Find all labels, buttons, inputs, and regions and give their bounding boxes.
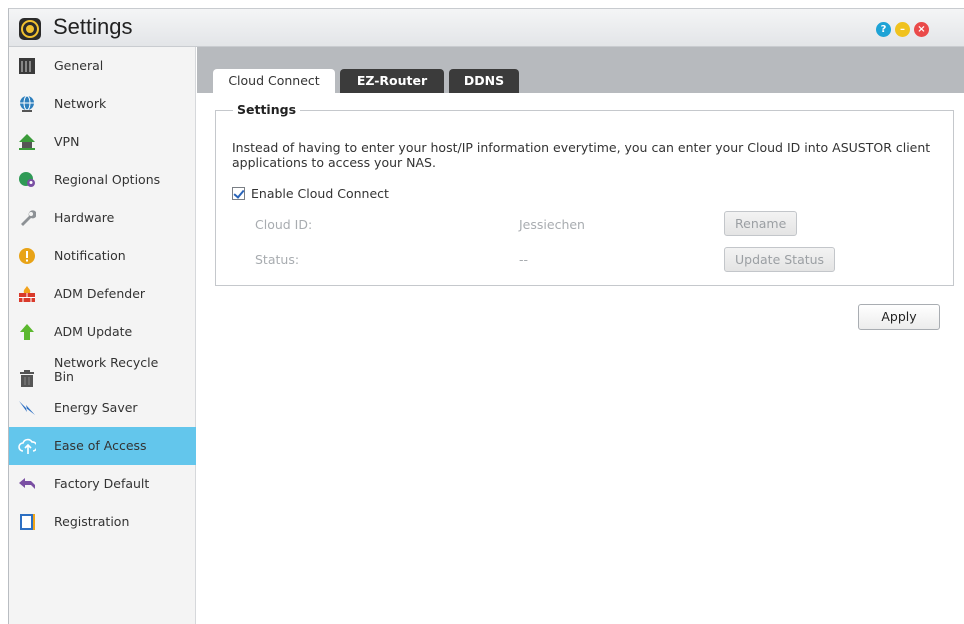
server-icon: [18, 57, 36, 75]
tab-ddns[interactable]: DDNS: [449, 69, 519, 93]
group-title: Settings: [233, 102, 301, 117]
tab-bar: Cloud Connect EZ-Router DDNS: [197, 47, 964, 93]
trash-icon: [18, 370, 36, 388]
help-icon[interactable]: ?: [876, 22, 891, 37]
firewall-icon: [18, 285, 36, 303]
sidebar-item-label: Regional Options: [54, 172, 161, 187]
lightning-icon: [18, 399, 36, 417]
apply-button[interactable]: Apply: [858, 304, 940, 330]
settings-group: Settings Instead of having to enter your…: [215, 102, 954, 286]
clipboard-icon: [18, 513, 36, 531]
globe-icon: [18, 95, 36, 113]
cloud-upload-icon: [18, 437, 36, 455]
status-value: --: [519, 252, 529, 267]
sidebar-item-label: Hardware: [54, 210, 115, 225]
settings-app-icon: [19, 18, 41, 40]
window-title: Settings: [53, 14, 133, 39]
enable-cloud-connect-checkbox[interactable]: [232, 187, 245, 200]
sidebar: General Network VPN Regional Options Har…: [9, 47, 196, 624]
tab-ez-router[interactable]: EZ-Router: [340, 69, 444, 93]
status-label: Status:: [255, 252, 300, 267]
sidebar-item-label: Network Recycle Bin: [54, 355, 159, 384]
wrench-icon: [18, 209, 36, 227]
arrow-up-icon: [18, 323, 36, 341]
close-icon[interactable]: ×: [914, 22, 929, 37]
cloud-id-label: Cloud ID:: [255, 217, 313, 232]
sidebar-item-label: General: [54, 58, 104, 73]
title-bar[interactable]: Settings ? – ×: [9, 9, 964, 47]
sidebar-item-regional-options[interactable]: Regional Options: [9, 161, 196, 199]
sidebar-item-network[interactable]: Network: [9, 85, 196, 123]
settings-window: Settings ? – × General Network VPN Regio…: [8, 8, 964, 624]
sidebar-item-label: Ease of Access: [54, 438, 147, 453]
map-pin-icon: [18, 171, 36, 189]
sidebar-item-notification[interactable]: Notification: [9, 237, 196, 275]
sidebar-item-label: Factory Default: [54, 476, 150, 491]
sidebar-item-label: ADM Defender: [54, 286, 146, 301]
sidebar-item-factory-default[interactable]: Factory Default: [9, 465, 196, 503]
update-status-button[interactable]: Update Status: [724, 247, 836, 272]
sidebar-item-label: Network: [54, 96, 107, 111]
sidebar-item-energy-saver[interactable]: Energy Saver: [9, 389, 196, 427]
sidebar-item-ease-of-access[interactable]: Ease of Access: [9, 427, 196, 465]
sidebar-item-vpn[interactable]: VPN: [9, 123, 196, 161]
sidebar-item-hardware[interactable]: Hardware: [9, 199, 196, 237]
description-text: Instead of having to enter your host/IP …: [232, 140, 931, 170]
house-icon: [18, 133, 36, 151]
enable-cloud-connect-label[interactable]: Enable Cloud Connect: [251, 186, 389, 201]
rename-button[interactable]: Rename: [724, 211, 798, 236]
minimize-icon[interactable]: –: [895, 22, 910, 37]
sidebar-item-label: Energy Saver: [54, 400, 138, 415]
sidebar-item-general[interactable]: General: [9, 47, 196, 85]
sidebar-item-adm-defender[interactable]: ADM Defender: [9, 275, 196, 313]
undo-icon: [18, 475, 36, 493]
sidebar-item-label: Notification: [54, 248, 126, 263]
sidebar-item-registration[interactable]: Registration: [9, 503, 196, 541]
tab-cloud-connect[interactable]: Cloud Connect: [213, 69, 335, 93]
enable-cloud-connect-row[interactable]: Enable Cloud Connect: [232, 186, 389, 201]
sidebar-item-network-recycle-bin[interactable]: Network Recycle Bin: [9, 351, 196, 389]
sidebar-item-label: Registration: [54, 514, 130, 529]
sidebar-item-adm-update[interactable]: ADM Update: [9, 313, 196, 351]
sidebar-item-label: VPN: [54, 134, 80, 149]
alert-icon: [18, 247, 36, 265]
cloud-id-value: Jessiechen: [519, 217, 585, 232]
sidebar-item-label: ADM Update: [54, 324, 133, 339]
